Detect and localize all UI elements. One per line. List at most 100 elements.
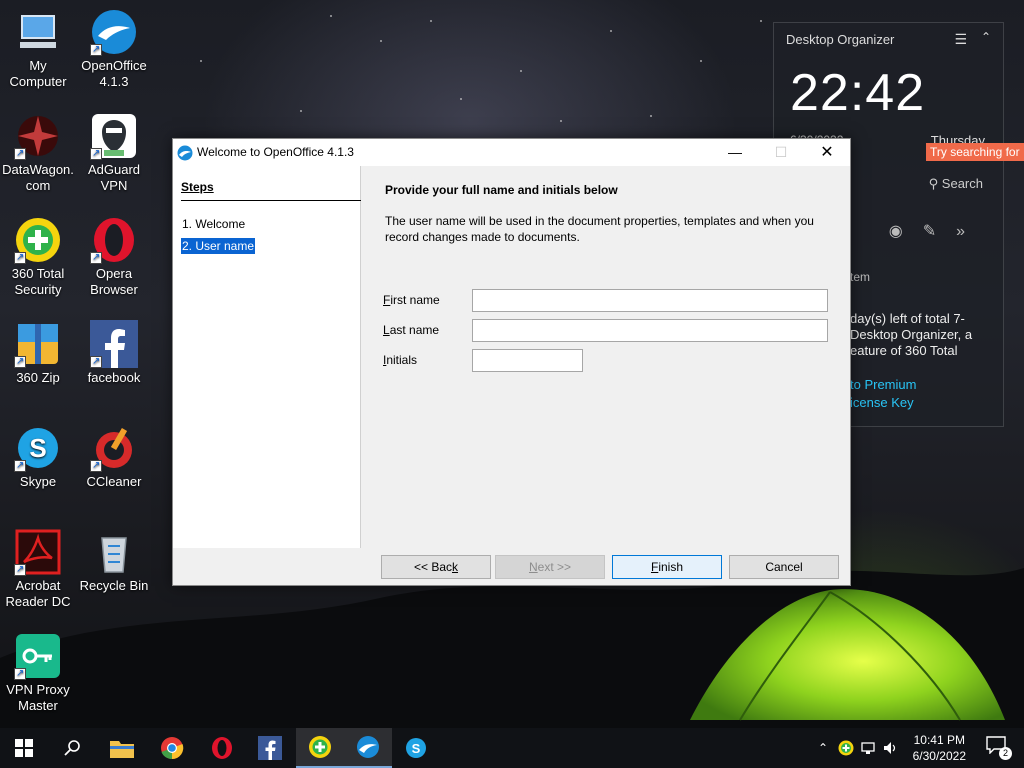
- shortcut-arrow-icon: [14, 562, 26, 578]
- taskbar-opera[interactable]: [198, 728, 246, 768]
- first-name-field[interactable]: [472, 289, 828, 312]
- desktop-icon-label: Browser: [90, 282, 138, 297]
- desktop-icon-skype[interactable]: S Skype: [0, 424, 76, 490]
- 360-security-icon: [14, 216, 62, 266]
- taskbar-date: 6/30/2022: [912, 749, 966, 763]
- skype-icon: S: [406, 738, 426, 758]
- organizer-search-label: Search: [941, 176, 983, 191]
- windows-logo-icon: [15, 739, 33, 757]
- chevron-up-icon[interactable]: ⌃: [981, 30, 991, 44]
- 360-zip-icon: [14, 320, 62, 370]
- shortcut-arrow-icon: [90, 458, 102, 474]
- page-description: The user name will be used in the docume…: [385, 214, 814, 244]
- cancel-button[interactable]: Cancel: [729, 555, 839, 579]
- organizer-search[interactable]: ⚲ Search: [929, 176, 983, 192]
- desktop-icon-my-computer[interactable]: My Computer: [0, 8, 76, 90]
- 360-security-tray-icon[interactable]: [838, 740, 854, 756]
- taskbar-openoffice[interactable]: [344, 728, 392, 768]
- taskbar: S ⌃ 10:41 PM 6/30/2022 2: [0, 728, 1024, 768]
- desktop-icon-adguard-vpn[interactable]: AdGuard VPN: [76, 112, 152, 194]
- steps-divider: [181, 200, 361, 201]
- taskbar-time: 10:41 PM: [913, 733, 965, 747]
- taskbar-clock[interactable]: 10:41 PM 6/30/2022: [913, 732, 966, 764]
- desktop-icon-label: My: [29, 58, 47, 73]
- maximize-button: ☐: [774, 144, 788, 160]
- desktop-icon-ccleaner[interactable]: CCleaner: [76, 424, 152, 490]
- desktop-icon-recycle-bin[interactable]: Recycle Bin: [76, 528, 152, 594]
- desktop-icon-label: OpenOffice: [81, 58, 147, 73]
- shortcut-arrow-icon: [14, 354, 26, 370]
- desktop-icon-acrobat-reader[interactable]: Acrobat Reader DC: [0, 528, 76, 610]
- shortcut-arrow-icon: [90, 250, 102, 266]
- organizer-trial-message: day(s) left of total 7- Desktop Organize…: [850, 311, 973, 358]
- vpn-proxy-key-icon: [14, 632, 62, 682]
- taskbar-skype[interactable]: S: [392, 728, 440, 768]
- close-button[interactable]: ✕: [804, 139, 850, 166]
- desktop-icon-label: 4.1.3: [99, 74, 129, 89]
- taskbar-facebook[interactable]: [246, 728, 294, 768]
- desktop-icon-label: 360 Zip: [16, 370, 60, 385]
- steps-pane: Steps 1. Welcome 2. User name: [173, 166, 361, 548]
- taskbar-file-explorer[interactable]: [98, 728, 146, 768]
- note-icon[interactable]: ✎: [923, 223, 956, 240]
- desktop-icon-label: CCleaner: [86, 474, 142, 489]
- svg-text:S: S: [412, 741, 421, 756]
- upgrade-premium-link[interactable]: to Premium: [850, 377, 916, 392]
- step-user-name[interactable]: 2. User name: [181, 238, 256, 254]
- skype-icon: S: [14, 424, 62, 474]
- facebook-icon: [258, 736, 282, 760]
- desktop-icon-360-total-security[interactable]: 360 Total Security: [0, 216, 76, 298]
- hamburger-menu-icon[interactable]: ☰: [954, 31, 967, 48]
- desktop-icon-360-zip[interactable]: 360 Zip: [0, 320, 76, 386]
- desktop-icon-opera-browser[interactable]: Opera Browser: [76, 216, 152, 298]
- desktop-icon-label: Reader DC: [5, 594, 71, 609]
- desktop-icon-label: VPN Proxy: [6, 682, 70, 697]
- shortcut-arrow-icon: [14, 666, 26, 682]
- volume-icon[interactable]: [882, 740, 898, 756]
- ccleaner-icon: [90, 424, 138, 474]
- shortcut-arrow-icon: [14, 250, 26, 266]
- desktop-icon-label: DataWagon.: [2, 162, 74, 177]
- minimize-button[interactable]: —: [712, 139, 758, 166]
- facebook-icon: [90, 320, 138, 370]
- double-chevron-right-icon[interactable]: »: [956, 223, 985, 240]
- taskbar-360-security[interactable]: [296, 728, 344, 768]
- openoffice-icon: [90, 8, 138, 58]
- finish-button[interactable]: Finish: [612, 555, 722, 579]
- organizer-toolbar: ◉✎»: [889, 221, 985, 241]
- initials-label: Initials: [383, 353, 418, 367]
- desktop-icon-label: Skype: [19, 474, 57, 489]
- desktop-icon-openoffice[interactable]: OpenOffice 4.1.3: [76, 8, 152, 90]
- adguard-vpn-icon: [90, 112, 138, 162]
- desktop-icon-vpn-proxy-master[interactable]: VPN Proxy Master: [0, 632, 76, 714]
- last-name-label: Last name: [383, 323, 440, 337]
- dialog-titlebar[interactable]: Welcome to OpenOffice 4.1.3 — ☐ ✕: [173, 139, 850, 166]
- desktop-icon-label: facebook: [87, 370, 141, 385]
- chevron-up-icon[interactable]: ⌃: [814, 741, 832, 755]
- desktop-icon-label: Computer: [9, 74, 67, 89]
- first-name-label: First name: [383, 293, 440, 307]
- opera-icon: [90, 216, 138, 266]
- taskbar-chrome[interactable]: [148, 728, 196, 768]
- step-welcome[interactable]: 1. Welcome: [181, 216, 246, 232]
- computer-icon: [14, 8, 62, 56]
- license-key-link[interactable]: icense Key: [850, 395, 914, 410]
- desktop-icon-datawagon[interactable]: DataWagon. com: [0, 112, 76, 194]
- search-tip-badge[interactable]: Try searching for: [926, 143, 1024, 161]
- notification-center-button[interactable]: 2: [986, 736, 1012, 760]
- acrobat-icon: [14, 528, 62, 578]
- search-button[interactable]: [48, 728, 96, 768]
- desktop-icon-facebook[interactable]: facebook: [76, 320, 152, 386]
- shortcut-arrow-icon: [90, 146, 102, 162]
- eye-icon[interactable]: ◉: [889, 223, 923, 240]
- datawagon-icon: [14, 112, 62, 162]
- start-button[interactable]: [0, 728, 48, 768]
- back-button[interactable]: << Back: [381, 555, 491, 579]
- desktop-icon-label: Master: [18, 698, 58, 713]
- desktop-icon-label: Acrobat: [15, 578, 61, 593]
- notification-count-badge: 2: [999, 747, 1012, 760]
- last-name-field[interactable]: [472, 319, 828, 342]
- network-icon[interactable]: [860, 740, 876, 756]
- initials-field[interactable]: [472, 349, 583, 372]
- recycle-bin-icon: [90, 528, 138, 576]
